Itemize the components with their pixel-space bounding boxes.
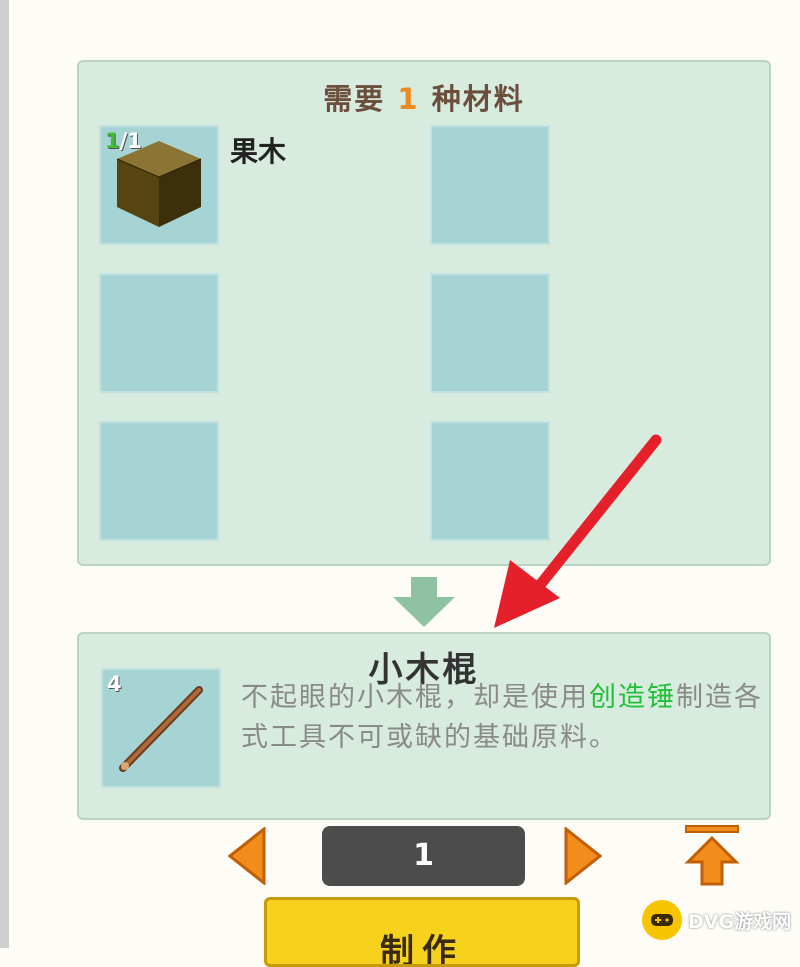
down-arrow-icon xyxy=(393,577,455,627)
material-slot-1[interactable]: 1/1 xyxy=(99,125,219,245)
material-name: 果木 xyxy=(230,135,287,168)
desc-highlight: 创造锤 xyxy=(589,682,676,713)
result-description: 不起眼的小木棍，却是使用创造锤制造各式工具不可或缺的基础原料。 xyxy=(241,682,763,753)
material-slot-4[interactable] xyxy=(430,273,550,393)
materials-count: 1 xyxy=(397,82,420,116)
gamepad-logo-icon xyxy=(642,900,682,940)
watermark-text: DVG游戏网 xyxy=(688,910,792,933)
material-slot-5[interactable] xyxy=(99,421,219,541)
material-slot-3[interactable] xyxy=(99,273,219,393)
material-qty: 1/1 xyxy=(105,129,142,153)
site-watermark: DVG游戏网 xyxy=(642,896,797,944)
annotation-arrow-icon xyxy=(494,434,662,628)
material-slot-2[interactable] xyxy=(430,125,550,245)
decrease-quantity-button[interactable] xyxy=(228,827,266,885)
result-count: 4 xyxy=(107,672,122,696)
window-edge xyxy=(0,0,9,948)
quantity-display[interactable]: 1 xyxy=(322,826,525,886)
increase-quantity-button[interactable] xyxy=(564,827,602,885)
craft-result-panel: 小木棍 4 不起眼的小木棍，却是使用创造锤制造各式工具不可或缺的基础原料。 xyxy=(77,632,771,820)
craft-button[interactable]: 制作 xyxy=(264,897,580,967)
result-slot[interactable]: 4 xyxy=(101,668,221,788)
max-quantity-button[interactable] xyxy=(684,824,740,886)
materials-header: 需要 1 种材料 xyxy=(323,82,525,116)
